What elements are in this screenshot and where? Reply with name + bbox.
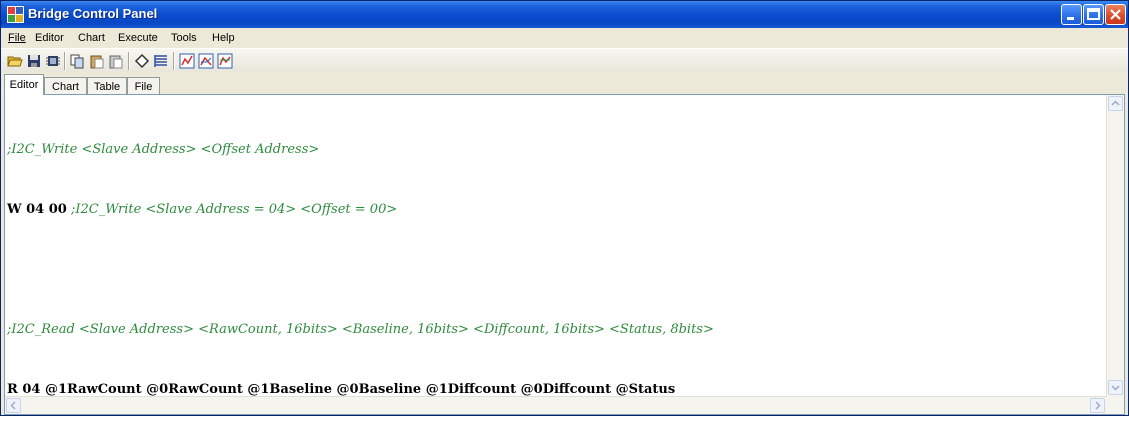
tab-file[interactable]: File <box>127 77 160 95</box>
clear-icon[interactable] <box>134 53 150 69</box>
menu-file[interactable]: File <box>8 32 26 44</box>
device-icon[interactable] <box>45 53 61 69</box>
vertical-scrollbar[interactable] <box>1106 95 1124 414</box>
menu-editor[interactable]: Editor <box>35 32 64 44</box>
title-bar[interactable]: Bridge Control Panel <box>1 1 1128 28</box>
scroll-up-button[interactable] <box>1108 96 1123 111</box>
maximize-icon <box>1087 8 1100 20</box>
open-folder-icon[interactable] <box>7 53 23 69</box>
toolbar-separator <box>64 52 66 70</box>
comment-text: ;I2C_Write <Slave Address = 04> <Offset … <box>66 202 398 217</box>
chevron-right-icon <box>1095 401 1101 410</box>
tab-table[interactable]: Table <box>87 77 127 95</box>
window-title: Bridge Control Panel <box>28 6 158 21</box>
chevron-up-icon <box>1111 100 1120 106</box>
chart-bar-icon[interactable] <box>217 53 233 69</box>
maximize-button[interactable] <box>1083 4 1104 25</box>
menu-help[interactable]: Help <box>212 32 235 44</box>
horizontal-scrollbar[interactable] <box>5 396 1107 414</box>
menu-tools[interactable]: Tools <box>171 32 197 44</box>
close-icon <box>1110 9 1121 20</box>
chevron-left-icon <box>10 401 16 410</box>
scroll-down-button[interactable] <box>1108 380 1123 395</box>
menu-execute[interactable]: Execute <box>118 32 158 44</box>
editor-line: ;I2C_Write <Slave Address> <Offset Addre… <box>7 142 320 157</box>
script-editor[interactable]: ;I2C_Write <Slave Address> <Offset Addre… <box>4 94 1125 415</box>
chevron-down-icon <box>1111 385 1120 391</box>
editor-content[interactable]: ;I2C_Write <Slave Address> <Offset Addre… <box>7 100 714 440</box>
tab-chart[interactable]: Chart <box>44 77 87 95</box>
command-text: W 04 00 <box>7 202 67 217</box>
chart-line-icon[interactable] <box>179 53 195 69</box>
close-button[interactable] <box>1105 4 1126 25</box>
bridge-app-icon <box>7 6 24 23</box>
toolbar <box>1 48 1128 74</box>
scroll-left-button[interactable] <box>6 398 21 413</box>
list-icon[interactable] <box>153 53 169 69</box>
paste-alt-icon[interactable] <box>108 53 124 69</box>
toolbar-separator <box>173 52 175 70</box>
app-window: Bridge Control Panel File Editor Chart E… <box>0 0 1129 416</box>
editor-line: W 04 00 ;I2C_Write <Slave Address = 04> … <box>7 200 714 220</box>
minimize-button[interactable] <box>1061 4 1082 25</box>
paste-icon[interactable] <box>89 53 105 69</box>
save-icon[interactable] <box>26 53 42 69</box>
scroll-right-button[interactable] <box>1090 398 1105 413</box>
chart-multi-icon[interactable] <box>198 53 214 69</box>
menu-bar: File Editor Chart Execute Tools Help <box>1 28 1128 48</box>
menu-chart[interactable]: Chart <box>78 32 105 44</box>
copy-icon[interactable] <box>69 53 85 69</box>
tab-strip: Editor Chart Table File <box>1 72 1128 95</box>
editor-line: ;I2C_Read <Slave Address> <RawCount, 16b… <box>7 322 714 337</box>
toolbar-separator <box>128 52 130 70</box>
tab-editor[interactable]: Editor <box>4 74 44 95</box>
minimize-icon <box>1067 17 1074 20</box>
